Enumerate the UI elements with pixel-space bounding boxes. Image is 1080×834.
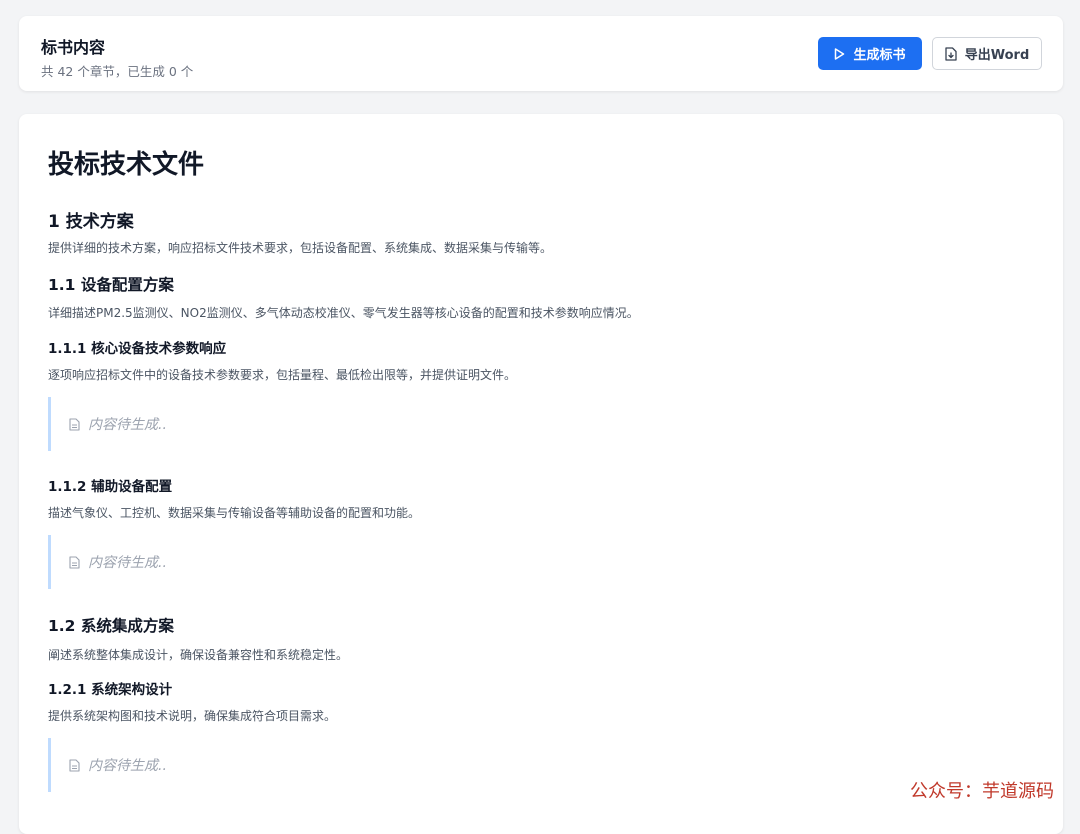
file-export-icon bbox=[945, 46, 957, 61]
document-panel: 投标技术文件 1 技术方案 提供详细的技术方案，响应招标文件技术要求，包括设备配… bbox=[19, 114, 1063, 834]
section-heading: 1.1.1 核心设备技术参数响应 bbox=[48, 341, 227, 357]
header-subtitle: 共 42 个章节，已生成 0 个 bbox=[41, 64, 194, 79]
watermark: 公众号：芋道源码 bbox=[910, 781, 1054, 802]
document-title: 投标技术文件 bbox=[48, 150, 205, 180]
placeholder-text: 内容待生成.. bbox=[88, 758, 167, 774]
content-placeholder: 内容待生成.. bbox=[48, 397, 1028, 451]
document-icon bbox=[69, 555, 80, 569]
section-description: 详细描述PM2.5监测仪、NO2监测仪、多气体动态校准仪、零气发生器等核心设备的… bbox=[48, 306, 639, 320]
export-word-label: 导出Word bbox=[964, 48, 1030, 63]
section-description: 提供详细的技术方案，响应招标文件技术要求，包括设备配置、系统集成、数据采集与传输… bbox=[48, 241, 553, 255]
document-icon bbox=[69, 417, 80, 431]
document-icon bbox=[69, 758, 80, 772]
export-word-button[interactable]: 导出Word bbox=[932, 37, 1042, 70]
section-heading: 1.2 系统集成方案 bbox=[48, 617, 174, 635]
section-heading: 1.2.1 系统架构设计 bbox=[48, 682, 173, 698]
placeholder-text: 内容待生成.. bbox=[88, 555, 167, 571]
generate-button[interactable]: 生成标书 bbox=[818, 37, 922, 70]
header-bar: 标书内容 共 42 个章节，已生成 0 个 生成标书 导出Word bbox=[19, 16, 1063, 91]
content-placeholder: 内容待生成.. bbox=[48, 738, 1028, 792]
section-description: 阐述系统整体集成设计，确保设备兼容性和系统稳定性。 bbox=[48, 648, 349, 662]
generate-button-label: 生成标书 bbox=[853, 48, 906, 63]
header-title: 标书内容 bbox=[41, 38, 106, 57]
section-description: 提供系统架构图和技术说明，确保集成符合项目需求。 bbox=[48, 709, 337, 723]
placeholder-text: 内容待生成.. bbox=[88, 417, 167, 433]
section-heading: 1.1 设备配置方案 bbox=[48, 276, 174, 294]
section-heading: 1.1.2 辅助设备配置 bbox=[48, 479, 173, 495]
section-description: 描述气象仪、工控机、数据采集与传输设备等辅助设备的配置和功能。 bbox=[48, 506, 421, 520]
play-icon bbox=[835, 47, 845, 60]
section-heading: 1 技术方案 bbox=[48, 212, 134, 232]
content-placeholder: 内容待生成.. bbox=[48, 535, 1028, 589]
section-description: 逐项响应招标文件中的设备技术参数要求，包括量程、最低检出限等，并提供证明文件。 bbox=[48, 368, 517, 382]
